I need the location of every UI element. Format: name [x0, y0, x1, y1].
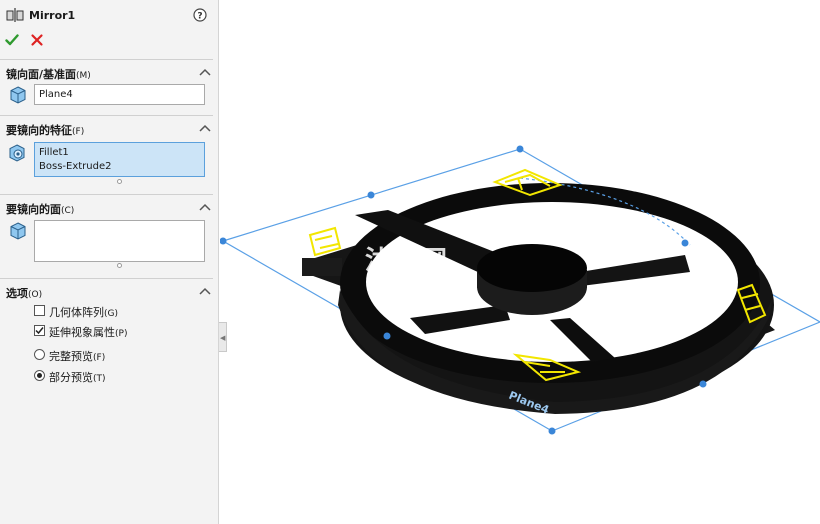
model-view[interactable]: Plane4: [220, 0, 820, 524]
propagate-visual-label: 延伸视象属性(P): [49, 326, 128, 339]
full-preview-radio[interactable]: [34, 349, 45, 360]
watermark-text: 沐风网: [365, 246, 450, 276]
plane-corner-handle: [516, 145, 524, 153]
watermark-url: www.mfcad.com: [370, 274, 445, 284]
features-title-text: 要镜向的特征: [6, 124, 72, 137]
options-title-text: 选项: [6, 287, 28, 300]
property-manager: Mirror1 ? 镜向面/基准面(M) Plane4 要镜向的特征(F) Fi…: [0, 0, 219, 524]
plane-edge-handle: [681, 239, 689, 247]
plane-cube-icon: [10, 86, 26, 104]
feature-select-icon: [9, 144, 25, 162]
mirror-plane-field[interactable]: Plane4: [34, 84, 205, 105]
features-section-title[interactable]: 要镜向的特征(F): [6, 122, 84, 138]
plane-corner-handle: [220, 237, 227, 245]
features-list[interactable]: Fillet1 Boss-Extrude2: [34, 142, 205, 177]
partial-preview-label: 部分预览(T): [49, 371, 106, 384]
faces-list[interactable]: [34, 220, 205, 262]
feature-title: Mirror1: [29, 9, 76, 22]
propagate-visual-checkbox[interactable]: [34, 325, 45, 336]
geometry-pattern-label: 几何体阵列(G): [49, 306, 118, 319]
options-hotkey: (O): [28, 290, 43, 300]
mirror-plane-title-text: 镜向面/基准面: [6, 68, 77, 81]
section-divider: [0, 59, 213, 60]
base-tab-left: [302, 258, 342, 276]
mirror-plane-section-title[interactable]: 镜向面/基准面(M): [6, 66, 91, 82]
full-preview-label: 完整预览(F): [49, 350, 106, 363]
ok-button[interactable]: [5, 33, 19, 47]
mirror-feature-icon: [6, 8, 24, 22]
plane-edge-handle: [383, 332, 391, 340]
chevron-up-icon[interactable]: [199, 203, 211, 211]
list-resize-grip[interactable]: [117, 263, 122, 268]
svg-text:?: ?: [197, 12, 202, 22]
graphics-area[interactable]: Plane4 沐风网 www.mfcad.com: [220, 0, 820, 524]
hub-top: [477, 244, 587, 292]
chevron-up-icon[interactable]: [199, 124, 211, 132]
faces-section-title[interactable]: 要镜向的面(C): [6, 201, 74, 217]
geometry-pattern-checkbox[interactable]: [34, 305, 45, 316]
section-divider: [0, 115, 213, 116]
plane-edge-handle: [699, 380, 707, 388]
section-divider: [0, 278, 213, 279]
mirror-plane-hotkey: (M): [76, 71, 91, 81]
feature-item-fillet[interactable]: Fillet1: [35, 143, 204, 159]
feature-item-boss-extrude[interactable]: Boss-Extrude2: [35, 159, 204, 173]
features-hotkey: (F): [72, 127, 85, 137]
help-icon[interactable]: ?: [193, 8, 207, 22]
options-section-title[interactable]: 选项(O): [6, 285, 42, 301]
face-cube-icon: [10, 222, 26, 240]
fillet-highlight-left: [308, 226, 342, 257]
chevron-up-icon[interactable]: [199, 68, 211, 76]
section-divider: [0, 194, 213, 195]
cancel-button[interactable]: [30, 33, 44, 47]
list-resize-grip[interactable]: [117, 179, 122, 184]
mirror-plane-value: Plane4: [39, 89, 73, 100]
faces-hotkey: (C): [61, 206, 75, 216]
feature-title-bar: Mirror1 ?: [0, 0, 219, 30]
faces-title-text: 要镜向的面: [6, 203, 61, 216]
plane-corner-handle: [548, 427, 556, 435]
chevron-up-icon[interactable]: [199, 287, 211, 295]
partial-preview-radio[interactable]: [34, 370, 45, 381]
checkmark-icon: [35, 327, 44, 335]
plane-edge-handle: [367, 191, 375, 199]
